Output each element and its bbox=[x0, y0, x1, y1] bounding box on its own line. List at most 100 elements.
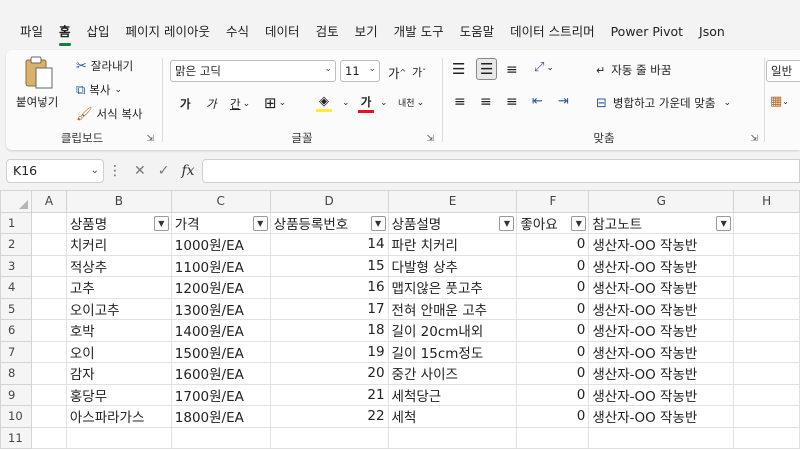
cell[interactable]: 생산자-OO 작농반 bbox=[588, 297, 735, 320]
cell[interactable]: 0 bbox=[516, 383, 590, 406]
cell[interactable]: 0 bbox=[516, 254, 590, 277]
cancel-icon[interactable]: ✕ bbox=[134, 163, 146, 179]
underline-button[interactable]: 간 ⌄ bbox=[230, 96, 250, 112]
tab-6[interactable]: 검토 bbox=[308, 14, 347, 50]
row-header[interactable]: 3 bbox=[0, 254, 32, 277]
enter-icon[interactable]: ✓ bbox=[158, 163, 170, 179]
copy-button[interactable]: ⧉ 복사 ⌄ bbox=[76, 82, 122, 98]
cell[interactable] bbox=[387, 426, 518, 449]
header-cell[interactable]: 참고노트 ▼ bbox=[588, 211, 735, 234]
cell[interactable]: 생산자-OO 작농반 bbox=[588, 233, 735, 256]
cell[interactable]: 생산자-OO 작농반 bbox=[588, 340, 735, 363]
cell[interactable]: 호박 bbox=[65, 319, 172, 342]
column-header[interactable]: E bbox=[387, 190, 518, 213]
tab-12[interactable]: Json bbox=[691, 14, 733, 50]
align-top-icon[interactable]: ☰ bbox=[452, 60, 465, 78]
cell[interactable]: 18 bbox=[269, 319, 389, 342]
cell[interactable]: 생산자-OO 작농반 bbox=[588, 319, 735, 342]
cell[interactable]: 오이고추 bbox=[65, 297, 172, 320]
italic-button[interactable]: 가 bbox=[206, 96, 217, 112]
cell[interactable]: 20 bbox=[269, 362, 389, 385]
chevron-down-icon[interactable]: ⌄ bbox=[342, 98, 350, 108]
tab-11[interactable]: Power Pivot bbox=[603, 14, 691, 50]
cell[interactable] bbox=[733, 426, 800, 449]
column-header[interactable]: B bbox=[65, 190, 172, 213]
more-options-icon[interactable]: ⋮ bbox=[108, 163, 122, 179]
dialog-launcher-icon[interactable]: ⇲ bbox=[750, 134, 758, 144]
cell[interactable]: 1000원/EA bbox=[170, 233, 271, 256]
header-cell[interactable]: 상품설명 ▼ bbox=[387, 211, 518, 234]
row-header[interactable]: 5 bbox=[0, 297, 32, 320]
row-header[interactable]: 9 bbox=[0, 383, 32, 406]
cell[interactable]: 21 bbox=[269, 383, 389, 406]
column-header[interactable]: C bbox=[170, 190, 271, 213]
cell[interactable]: 1400원/EA bbox=[170, 319, 271, 342]
cell[interactable] bbox=[30, 405, 67, 428]
cell[interactable]: 생산자-OO 작농반 bbox=[588, 254, 735, 277]
font-name-select[interactable]: 맑은 고딕 ⌄ bbox=[170, 60, 336, 82]
filter-dropdown-icon[interactable]: ▼ bbox=[153, 215, 169, 231]
align-right-icon[interactable]: ≡ bbox=[506, 94, 518, 110]
header-cell[interactable]: 상품등록번호 ▼ bbox=[269, 211, 389, 234]
format-painter-button[interactable]: 🖌 서식 복사 bbox=[76, 106, 143, 122]
tab-7[interactable]: 보기 bbox=[347, 14, 386, 50]
cell[interactable] bbox=[733, 297, 800, 320]
wrap-text-button[interactable]: ↵ 자동 줄 바꿈 bbox=[596, 62, 671, 78]
borders-button[interactable]: ⊞ ⌄ bbox=[264, 94, 286, 112]
column-header[interactable]: A bbox=[30, 190, 67, 213]
cell[interactable] bbox=[65, 426, 172, 449]
tab-1[interactable]: 홈 bbox=[51, 14, 79, 50]
cell[interactable] bbox=[30, 211, 67, 234]
tab-4[interactable]: 수식 bbox=[218, 14, 257, 50]
cell[interactable] bbox=[30, 426, 67, 449]
tab-2[interactable]: 삽입 bbox=[79, 14, 118, 50]
increase-indent-icon[interactable]: ⇥ bbox=[558, 94, 569, 109]
cell[interactable]: 22 bbox=[269, 405, 389, 428]
cell[interactable]: 14 bbox=[269, 233, 389, 256]
filter-dropdown-icon[interactable]: ▼ bbox=[370, 215, 386, 231]
cell[interactable]: 1100원/EA bbox=[170, 254, 271, 277]
cell[interactable]: 1700원/EA bbox=[170, 383, 271, 406]
filter-dropdown-icon[interactable]: ▼ bbox=[252, 215, 268, 231]
row-header[interactable]: 6 bbox=[0, 319, 32, 342]
cell[interactable]: 길이 20cm내외 bbox=[387, 319, 518, 342]
row-header[interactable]: 7 bbox=[0, 340, 32, 363]
cell[interactable]: 1500원/EA bbox=[170, 340, 271, 363]
select-all-corner[interactable] bbox=[0, 190, 32, 213]
cell[interactable]: 세척당근 bbox=[387, 383, 518, 406]
column-header[interactable]: F bbox=[516, 190, 590, 213]
cell[interactable]: 생산자-OO 작농반 bbox=[588, 362, 735, 385]
cell[interactable] bbox=[269, 426, 389, 449]
tab-0[interactable]: 파일 bbox=[12, 14, 51, 50]
cell[interactable]: 다발형 상추 bbox=[387, 254, 518, 277]
cell[interactable]: 중간 사이즈 bbox=[387, 362, 518, 385]
tab-3[interactable]: 페이지 레이아웃 bbox=[118, 14, 218, 50]
currency-icon[interactable]: ▦ ⌄ bbox=[770, 94, 789, 109]
cell[interactable]: 치커리 bbox=[65, 233, 172, 256]
cell[interactable]: 세척 bbox=[387, 405, 518, 428]
filter-dropdown-icon[interactable]: ▼ bbox=[571, 215, 587, 231]
tab-9[interactable]: 도움말 bbox=[452, 14, 503, 50]
cell[interactable]: 0 bbox=[516, 297, 590, 320]
dialog-launcher-icon[interactable]: ⇲ bbox=[426, 134, 434, 144]
cell[interactable]: 1300원/EA bbox=[170, 297, 271, 320]
cell[interactable]: 19 bbox=[269, 340, 389, 363]
cell[interactable]: 1600원/EA bbox=[170, 362, 271, 385]
header-cell[interactable]: 가격 ▼ bbox=[170, 211, 271, 234]
cell[interactable] bbox=[30, 297, 67, 320]
tab-10[interactable]: 데이터 스트리머 bbox=[502, 14, 602, 50]
cell[interactable]: 홍당무 bbox=[65, 383, 172, 406]
row-header[interactable]: 10 bbox=[0, 405, 32, 428]
cell[interactable] bbox=[516, 426, 590, 449]
shrink-font-button[interactable]: 가ˇ bbox=[412, 64, 426, 80]
bold-button[interactable]: 가 bbox=[180, 96, 191, 112]
decrease-indent-icon[interactable]: ⇤ bbox=[532, 94, 543, 109]
cell[interactable]: 아스파라가스 bbox=[65, 405, 172, 428]
font-size-select[interactable]: 11 ⌄ bbox=[340, 60, 380, 82]
header-cell[interactable]: 좋아요 ▼ bbox=[516, 211, 590, 234]
cell[interactable]: 감자 bbox=[65, 362, 172, 385]
align-middle-icon[interactable]: ☰ bbox=[476, 58, 498, 80]
header-cell[interactable]: 상품명 ▼ bbox=[65, 211, 172, 234]
cell[interactable] bbox=[733, 340, 800, 363]
cell[interactable]: 전혀 안매운 고추 bbox=[387, 297, 518, 320]
